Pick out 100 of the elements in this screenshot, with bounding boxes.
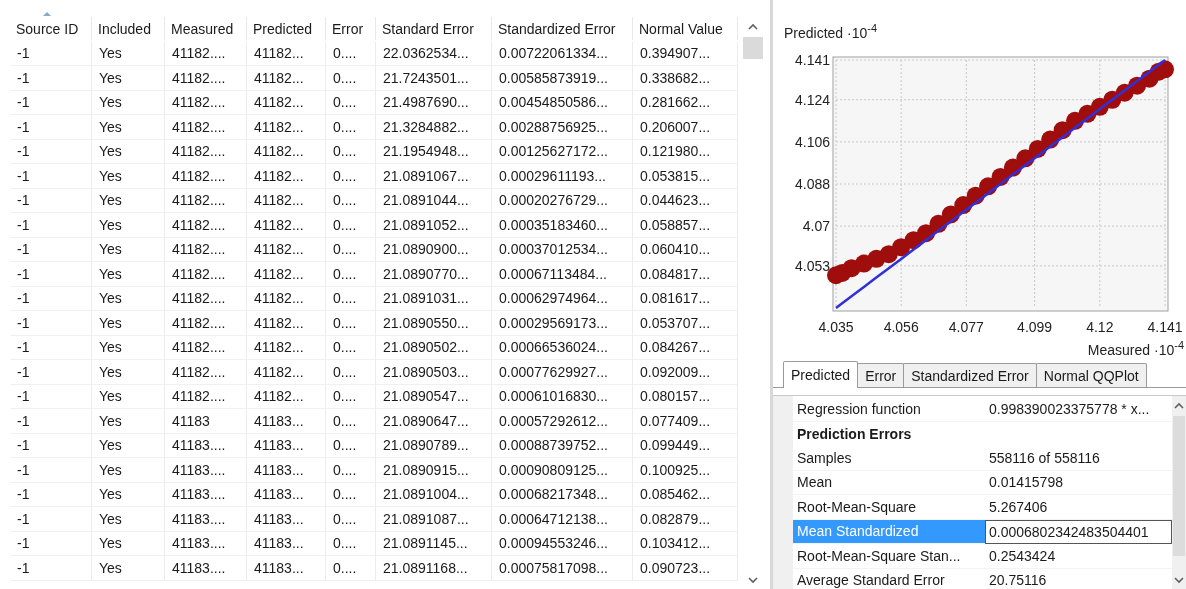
chart-tab[interactable]: Standardized Error — [903, 363, 1037, 387]
table-cell: 0.... — [326, 164, 376, 189]
table-cell: 0.00090809125... — [492, 458, 633, 483]
scroll-up-icon — [748, 22, 758, 30]
table-cell: -1 — [10, 139, 92, 164]
table-cell: 41182... — [247, 335, 326, 360]
table-cell: Yes — [92, 115, 165, 140]
table-cell: -1 — [10, 262, 92, 287]
table-cell: 41182.... — [165, 286, 247, 311]
table-cell: Yes — [92, 556, 165, 581]
table-cell: Yes — [92, 286, 165, 311]
chart-tab[interactable]: Normal QQPlot — [1035, 363, 1147, 387]
table-cell: 0.103412... — [633, 531, 738, 556]
table-cell: 0.... — [326, 360, 376, 385]
table-cell: 41182... — [247, 262, 326, 287]
table-cell: 41182.... — [165, 237, 247, 262]
table-cell: -1 — [10, 384, 92, 409]
table-cell: 21.0891087... — [376, 507, 492, 532]
column-header[interactable]: Source ID — [10, 17, 92, 40]
column-header[interactable]: Error — [326, 17, 376, 40]
table-cell: -1 — [10, 433, 92, 458]
table-cell: 41182.... — [165, 360, 247, 385]
table-cell: 41183... — [247, 409, 326, 434]
table-cell: 0.077409... — [633, 409, 738, 434]
property-name[interactable]: Root-Mean-Square — [793, 495, 985, 520]
table-cell: 0.081617... — [633, 286, 738, 311]
table-cell: 41183.... — [165, 507, 247, 532]
axis-tick-label: 4.056 — [883, 319, 919, 335]
table-cell: 0.... — [326, 482, 376, 507]
property-name[interactable]: Mean — [793, 470, 985, 495]
table-cell: 41183... — [247, 507, 326, 532]
table-cell: -1 — [10, 409, 92, 434]
table-cell: 0.00057292612... — [492, 409, 633, 434]
property-value-field[interactable]: 0.0006802342483504401 — [985, 519, 1172, 544]
scroll-up-icon — [1174, 401, 1184, 409]
axis-title: Measured ·10$^{-4}$ — [1087, 339, 1184, 358]
property-name[interactable]: Root-Mean-Square Stan... — [793, 544, 985, 569]
table-cell: Yes — [92, 237, 165, 262]
column-header[interactable]: Included — [92, 17, 165, 40]
table-cell: 41182.... — [165, 90, 247, 115]
table-cell: -1 — [10, 213, 92, 238]
table-cell: 41182.... — [165, 164, 247, 189]
table-cell: 0.... — [326, 66, 376, 91]
table-cell: 0.00061016830... — [492, 384, 633, 409]
table-cell: 0.00035183460... — [492, 213, 633, 238]
table-cell: 21.0890647... — [376, 409, 492, 434]
table-cell: 0.00454850586... — [492, 90, 633, 115]
table-cell: Yes — [92, 507, 165, 532]
table-cell: 0.338682... — [633, 66, 738, 91]
table-cell: 21.0890789... — [376, 433, 492, 458]
table-cell: Yes — [92, 164, 165, 189]
table-cell: Yes — [92, 433, 165, 458]
table-cell: 21.3284882... — [376, 115, 492, 140]
table-cell: 0.092009... — [633, 360, 738, 385]
axis-tick-label: 4.141 — [1147, 319, 1183, 335]
table-cell: 41182.... — [165, 188, 247, 213]
table-cell: 0.053815... — [633, 164, 738, 189]
table-cell: 41183... — [247, 482, 326, 507]
table-cell: -1 — [10, 188, 92, 213]
table-cell: 0.... — [326, 286, 376, 311]
scrollbar-thumb[interactable] — [743, 37, 763, 59]
table-cell: -1 — [10, 360, 92, 385]
table-cell: Yes — [92, 458, 165, 483]
table-cell: Yes — [92, 262, 165, 287]
table-cell: 41182... — [247, 384, 326, 409]
property-name[interactable]: Regression function — [793, 397, 985, 422]
table-cell: 41182.... — [165, 335, 247, 360]
table-cell: 0.00067113484... — [492, 262, 633, 287]
table-cell: 41182... — [247, 213, 326, 238]
chart-tab[interactable]: Error — [857, 363, 905, 387]
table-cell: 0.... — [326, 556, 376, 581]
scrollbar-thumb[interactable] — [1173, 416, 1185, 556]
table-cell: 41182... — [247, 360, 326, 385]
table-cell: 41182.... — [165, 115, 247, 140]
column-header[interactable]: Predicted — [247, 17, 326, 40]
chart-tab[interactable]: Predicted — [783, 361, 859, 388]
table-cell: -1 — [10, 90, 92, 115]
table-cell: -1 — [10, 164, 92, 189]
axis-tick-label: 4.106 — [794, 133, 830, 150]
table-cell: 0.00077629927... — [492, 360, 633, 385]
column-header[interactable]: Normal Value — [633, 17, 738, 40]
column-header[interactable]: Standardized Error — [492, 17, 633, 40]
table-cell: 41182... — [247, 164, 326, 189]
property-name[interactable]: Average Standard Error — [793, 568, 985, 589]
table-cell: 41182.... — [165, 41, 247, 66]
table-cell: 0.058857... — [633, 213, 738, 238]
column-header[interactable]: Measured — [165, 17, 247, 40]
table-cell: 41182.... — [165, 262, 247, 287]
table-cell: 0.090723... — [633, 556, 738, 581]
column-header[interactable]: Standard Error — [376, 17, 492, 40]
axis-tick-label: 4.099 — [1017, 319, 1053, 335]
axis-tick-label: 4.077 — [948, 319, 984, 335]
table-cell: 0.082879... — [633, 507, 738, 532]
property-name[interactable]: Samples — [793, 446, 985, 471]
table-cell: 0.00088739752... — [492, 433, 633, 458]
table-cell: 0.00029611193... — [492, 164, 633, 189]
table-cell: 21.1954948... — [376, 139, 492, 164]
table-cell: 0.... — [326, 384, 376, 409]
table-cell: 21.0890502... — [376, 335, 492, 360]
table-cell: 22.0362534... — [376, 41, 492, 66]
